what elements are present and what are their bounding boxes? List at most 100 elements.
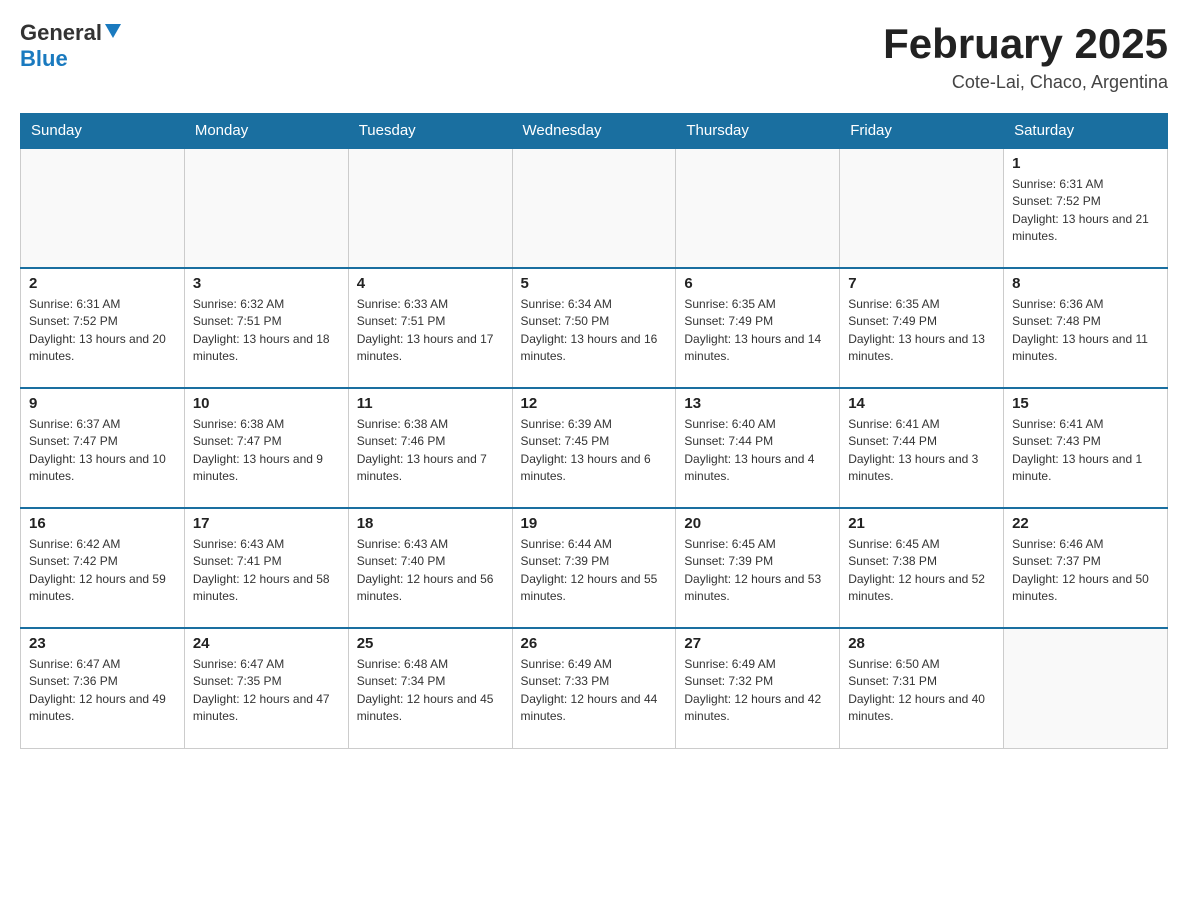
table-row: 14 Sunrise: 6:41 AM Sunset: 7:44 PM Dayli… bbox=[840, 388, 1004, 508]
calendar-week-row: 23 Sunrise: 6:47 AM Sunset: 7:36 PM Dayli… bbox=[21, 628, 1168, 748]
day-info: Sunrise: 6:41 AM Sunset: 7:44 PM Dayligh… bbox=[848, 416, 995, 486]
day-info: Sunrise: 6:49 AM Sunset: 7:32 PM Dayligh… bbox=[684, 656, 831, 726]
calendar-week-row: 16 Sunrise: 6:42 AM Sunset: 7:42 PM Dayli… bbox=[21, 508, 1168, 628]
table-row: 21Sunrise: 6:45 AM Sunset: 7:38 PM Dayli… bbox=[840, 508, 1004, 628]
day-info: Sunrise: 6:32 AM Sunset: 7:51 PM Dayligh… bbox=[193, 296, 340, 366]
logo-triangle-icon bbox=[105, 24, 121, 45]
location-subtitle: Cote-Lai, Chaco, Argentina bbox=[883, 72, 1168, 93]
table-row: 11 Sunrise: 6:38 AM Sunset: 7:46 PM Dayli… bbox=[348, 388, 512, 508]
day-number: 18 bbox=[357, 515, 504, 532]
day-info: Sunrise: 6:31 AM Sunset: 7:52 PM Dayligh… bbox=[1012, 176, 1159, 246]
day-info: Sunrise: 6:35 AM Sunset: 7:49 PM Dayligh… bbox=[848, 296, 995, 366]
table-row: 10 Sunrise: 6:38 AM Sunset: 7:47 PM Dayli… bbox=[184, 388, 348, 508]
day-info: Sunrise: 6:40 AM Sunset: 7:44 PM Dayligh… bbox=[684, 416, 831, 486]
day-number: 1 bbox=[1012, 155, 1159, 172]
col-sunday: Sunday bbox=[21, 114, 185, 149]
table-row: 12 Sunrise: 6:39 AM Sunset: 7:45 PM Dayli… bbox=[512, 388, 676, 508]
table-row: 24 Sunrise: 6:47 AM Sunset: 7:35 PM Dayli… bbox=[184, 628, 348, 748]
day-info: Sunrise: 6:47 AM Sunset: 7:35 PM Dayligh… bbox=[193, 656, 340, 726]
table-row: 2Sunrise: 6:31 AM Sunset: 7:52 PM Daylig… bbox=[21, 268, 185, 388]
day-number: 5 bbox=[521, 275, 668, 292]
day-info: Sunrise: 6:33 AM Sunset: 7:51 PM Dayligh… bbox=[357, 296, 504, 366]
title-area: February 2025 Cote-Lai, Chaco, Argentina bbox=[883, 20, 1168, 93]
table-row: 19 Sunrise: 6:44 AM Sunset: 7:39 PM Dayli… bbox=[512, 508, 676, 628]
col-friday: Friday bbox=[840, 114, 1004, 149]
day-number: 11 bbox=[357, 395, 504, 412]
day-number: 3 bbox=[193, 275, 340, 292]
day-number: 8 bbox=[1012, 275, 1159, 292]
day-number: 19 bbox=[521, 515, 668, 532]
day-info: Sunrise: 6:50 AM Sunset: 7:31 PM Dayligh… bbox=[848, 656, 995, 726]
table-row: 25Sunrise: 6:48 AM Sunset: 7:34 PM Dayli… bbox=[348, 628, 512, 748]
col-thursday: Thursday bbox=[676, 114, 840, 149]
day-info: Sunrise: 6:34 AM Sunset: 7:50 PM Dayligh… bbox=[521, 296, 668, 366]
day-number: 24 bbox=[193, 635, 340, 652]
day-number: 16 bbox=[29, 515, 176, 532]
table-row: 3 Sunrise: 6:32 AM Sunset: 7:51 PM Daylig… bbox=[184, 268, 348, 388]
day-info: Sunrise: 6:37 AM Sunset: 7:47 PM Dayligh… bbox=[29, 416, 176, 486]
table-row: 13 Sunrise: 6:40 AM Sunset: 7:44 PM Dayli… bbox=[676, 388, 840, 508]
table-row: 9 Sunrise: 6:37 AM Sunset: 7:47 PM Daylig… bbox=[21, 388, 185, 508]
table-row: 20Sunrise: 6:45 AM Sunset: 7:39 PM Dayli… bbox=[676, 508, 840, 628]
calendar-week-row: 9 Sunrise: 6:37 AM Sunset: 7:47 PM Daylig… bbox=[21, 388, 1168, 508]
day-info: Sunrise: 6:39 AM Sunset: 7:45 PM Dayligh… bbox=[521, 416, 668, 486]
day-number: 12 bbox=[521, 395, 668, 412]
table-row: 18Sunrise: 6:43 AM Sunset: 7:40 PM Dayli… bbox=[348, 508, 512, 628]
day-info: Sunrise: 6:47 AM Sunset: 7:36 PM Dayligh… bbox=[29, 656, 176, 726]
col-wednesday: Wednesday bbox=[512, 114, 676, 149]
day-info: Sunrise: 6:38 AM Sunset: 7:47 PM Dayligh… bbox=[193, 416, 340, 486]
day-number: 14 bbox=[848, 395, 995, 412]
table-row bbox=[512, 148, 676, 268]
day-number: 13 bbox=[684, 395, 831, 412]
day-info: Sunrise: 6:43 AM Sunset: 7:41 PM Dayligh… bbox=[193, 536, 340, 606]
day-info: Sunrise: 6:36 AM Sunset: 7:48 PM Dayligh… bbox=[1012, 296, 1159, 366]
day-number: 23 bbox=[29, 635, 176, 652]
logo-blue-text: Blue bbox=[20, 46, 68, 71]
table-row bbox=[1004, 628, 1168, 748]
calendar-week-row: 2Sunrise: 6:31 AM Sunset: 7:52 PM Daylig… bbox=[21, 268, 1168, 388]
table-row: 27 Sunrise: 6:49 AM Sunset: 7:32 PM Dayli… bbox=[676, 628, 840, 748]
page-header: General Blue February 2025 Cote-Lai, Cha… bbox=[20, 20, 1168, 93]
day-info: Sunrise: 6:42 AM Sunset: 7:42 PM Dayligh… bbox=[29, 536, 176, 606]
table-row bbox=[184, 148, 348, 268]
col-monday: Monday bbox=[184, 114, 348, 149]
day-info: Sunrise: 6:46 AM Sunset: 7:37 PM Dayligh… bbox=[1012, 536, 1159, 606]
day-number: 28 bbox=[848, 635, 995, 652]
table-row bbox=[676, 148, 840, 268]
calendar-header-row: Sunday Monday Tuesday Wednesday Thursday… bbox=[21, 114, 1168, 149]
day-number: 15 bbox=[1012, 395, 1159, 412]
table-row: 1 Sunrise: 6:31 AM Sunset: 7:52 PM Daylig… bbox=[1004, 148, 1168, 268]
day-number: 7 bbox=[848, 275, 995, 292]
day-info: Sunrise: 6:41 AM Sunset: 7:43 PM Dayligh… bbox=[1012, 416, 1159, 486]
logo-general-text: General bbox=[20, 20, 102, 46]
table-row: 15 Sunrise: 6:41 AM Sunset: 7:43 PM Dayli… bbox=[1004, 388, 1168, 508]
table-row bbox=[348, 148, 512, 268]
day-number: 9 bbox=[29, 395, 176, 412]
day-info: Sunrise: 6:45 AM Sunset: 7:39 PM Dayligh… bbox=[684, 536, 831, 606]
table-row: 23 Sunrise: 6:47 AM Sunset: 7:36 PM Dayli… bbox=[21, 628, 185, 748]
day-info: Sunrise: 6:45 AM Sunset: 7:38 PM Dayligh… bbox=[848, 536, 995, 606]
table-row: 8 Sunrise: 6:36 AM Sunset: 7:48 PM Daylig… bbox=[1004, 268, 1168, 388]
day-number: 6 bbox=[684, 275, 831, 292]
calendar-week-row: 1 Sunrise: 6:31 AM Sunset: 7:52 PM Daylig… bbox=[21, 148, 1168, 268]
day-number: 27 bbox=[684, 635, 831, 652]
day-info: Sunrise: 6:48 AM Sunset: 7:34 PM Dayligh… bbox=[357, 656, 504, 726]
day-number: 26 bbox=[521, 635, 668, 652]
table-row: 5 Sunrise: 6:34 AM Sunset: 7:50 PM Daylig… bbox=[512, 268, 676, 388]
calendar-table: Sunday Monday Tuesday Wednesday Thursday… bbox=[20, 113, 1168, 749]
day-info: Sunrise: 6:44 AM Sunset: 7:39 PM Dayligh… bbox=[521, 536, 668, 606]
table-row: 26 Sunrise: 6:49 AM Sunset: 7:33 PM Dayli… bbox=[512, 628, 676, 748]
day-number: 22 bbox=[1012, 515, 1159, 532]
day-info: Sunrise: 6:49 AM Sunset: 7:33 PM Dayligh… bbox=[521, 656, 668, 726]
day-number: 10 bbox=[193, 395, 340, 412]
table-row: 22 Sunrise: 6:46 AM Sunset: 7:37 PM Dayli… bbox=[1004, 508, 1168, 628]
table-row bbox=[21, 148, 185, 268]
table-row: 4Sunrise: 6:33 AM Sunset: 7:51 PM Daylig… bbox=[348, 268, 512, 388]
col-tuesday: Tuesday bbox=[348, 114, 512, 149]
table-row: 17Sunrise: 6:43 AM Sunset: 7:41 PM Dayli… bbox=[184, 508, 348, 628]
day-info: Sunrise: 6:38 AM Sunset: 7:46 PM Dayligh… bbox=[357, 416, 504, 486]
table-row: 7 Sunrise: 6:35 AM Sunset: 7:49 PM Daylig… bbox=[840, 268, 1004, 388]
logo: General Blue bbox=[20, 20, 121, 72]
col-saturday: Saturday bbox=[1004, 114, 1168, 149]
month-title: February 2025 bbox=[883, 20, 1168, 68]
